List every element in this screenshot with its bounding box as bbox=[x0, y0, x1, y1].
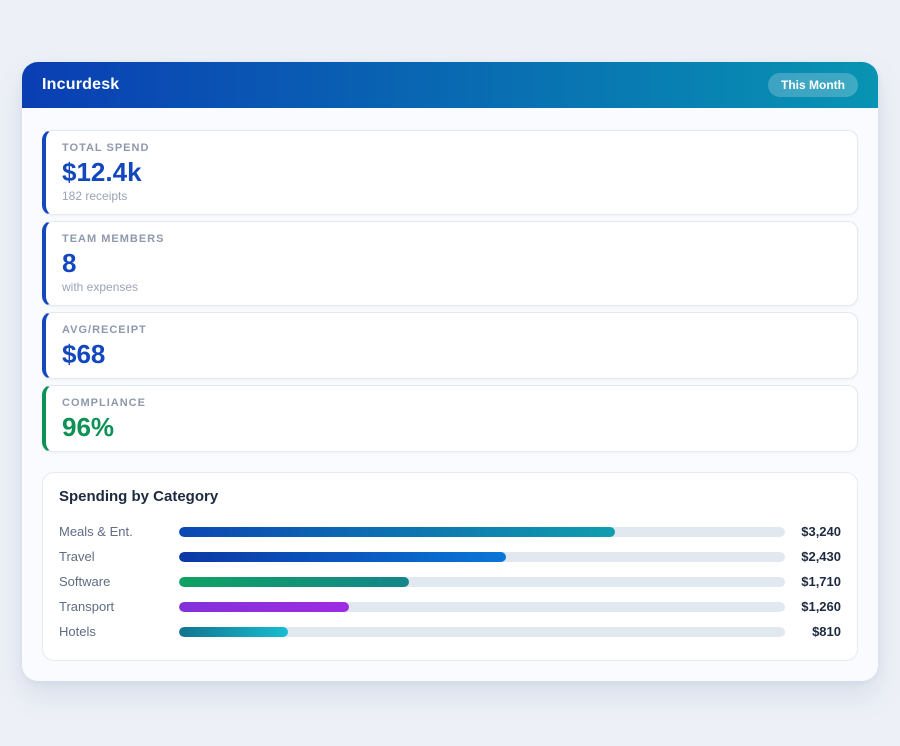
bar-track bbox=[179, 527, 785, 537]
chart-row-transport: Transport $1,260 bbox=[59, 594, 841, 619]
bar-track bbox=[179, 577, 785, 587]
category-label: Software bbox=[59, 574, 179, 589]
stats-list: TOTAL SPEND $12.4k 182 receipts TEAM MEM… bbox=[22, 108, 878, 452]
spending-chart-card: Spending by Category Meals & Ent. $3,240… bbox=[42, 472, 858, 661]
stat-sublabel: with expenses bbox=[62, 280, 841, 295]
bar-fill bbox=[179, 527, 615, 537]
chart-row-meals: Meals & Ent. $3,240 bbox=[59, 519, 841, 544]
period-badge[interactable]: This Month bbox=[768, 73, 858, 97]
stat-card-team-members: TEAM MEMBERS 8 with expenses bbox=[42, 221, 858, 306]
category-label: Hotels bbox=[59, 624, 179, 639]
chart-title: Spending by Category bbox=[59, 488, 841, 505]
category-value: $810 bbox=[785, 624, 841, 639]
stat-label: AVG/RECEIPT bbox=[62, 324, 841, 337]
stat-card-compliance: COMPLIANCE 96% bbox=[42, 385, 858, 452]
bar-track bbox=[179, 602, 785, 612]
app-header: Incurdesk This Month bbox=[22, 62, 878, 108]
bar-fill bbox=[179, 552, 506, 562]
stat-card-total-spend: TOTAL SPEND $12.4k 182 receipts bbox=[42, 130, 858, 215]
stat-value: $12.4k bbox=[62, 159, 841, 186]
chart-row-software: Software $1,710 bbox=[59, 569, 841, 594]
bar-fill bbox=[179, 602, 349, 612]
category-label: Transport bbox=[59, 599, 179, 614]
stat-sublabel: 182 receipts bbox=[62, 189, 841, 204]
stat-value: 8 bbox=[62, 250, 841, 277]
app-title: Incurdesk bbox=[42, 76, 119, 94]
bar-fill bbox=[179, 577, 409, 587]
chart-row-hotels: Hotels $810 bbox=[59, 619, 841, 644]
category-value: $2,430 bbox=[785, 549, 841, 564]
stat-label: TOTAL SPEND bbox=[62, 142, 841, 155]
chart-row-travel: Travel $2,430 bbox=[59, 544, 841, 569]
category-value: $1,260 bbox=[785, 599, 841, 614]
stat-label: TEAM MEMBERS bbox=[62, 233, 841, 246]
bar-fill bbox=[179, 627, 288, 637]
bar-track bbox=[179, 552, 785, 562]
dashboard-card: Incurdesk This Month TOTAL SPEND $12.4k … bbox=[22, 62, 878, 681]
category-value: $3,240 bbox=[785, 524, 841, 539]
category-label: Meals & Ent. bbox=[59, 524, 179, 539]
stat-card-avg-receipt: AVG/RECEIPT $68 bbox=[42, 312, 858, 379]
category-label: Travel bbox=[59, 549, 179, 564]
stat-value: 96% bbox=[62, 414, 841, 441]
stat-label: COMPLIANCE bbox=[62, 397, 841, 410]
bar-track bbox=[179, 627, 785, 637]
category-value: $1,710 bbox=[785, 574, 841, 589]
stat-value: $68 bbox=[62, 341, 841, 368]
